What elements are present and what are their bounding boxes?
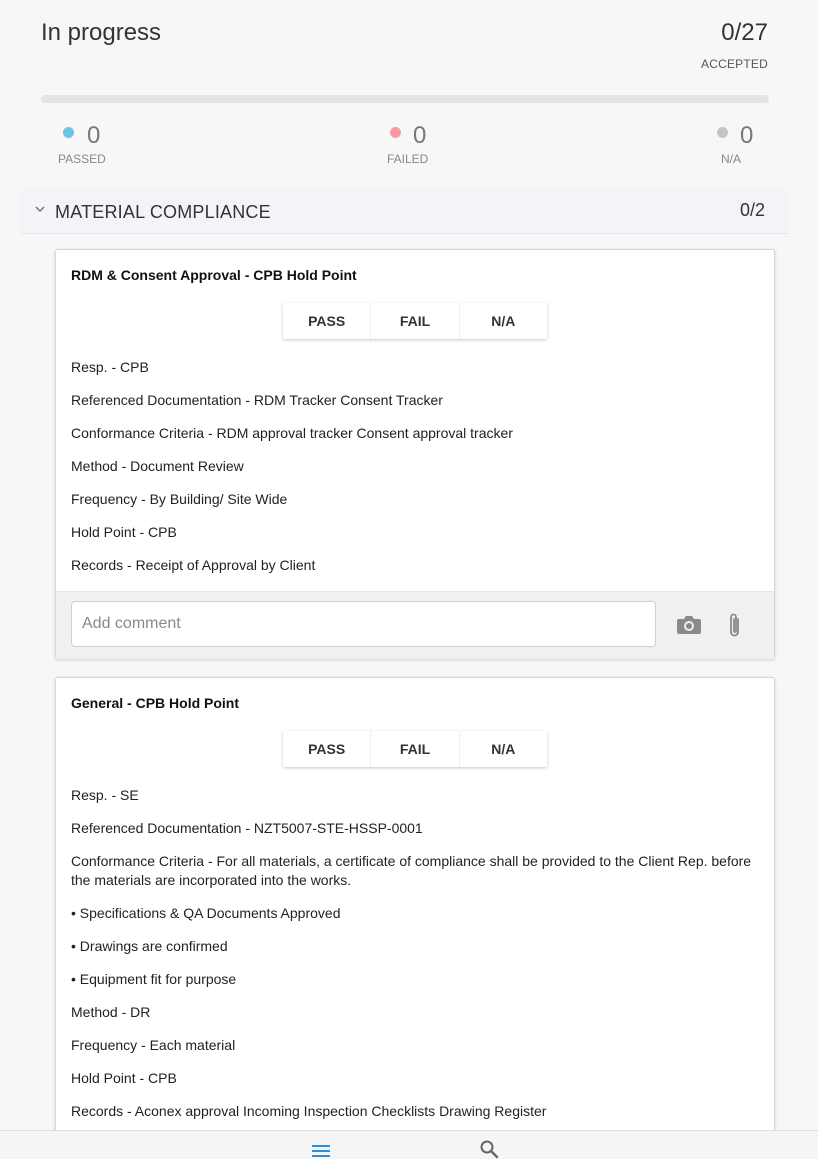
detail-line: Referenced Documentation - NZT5007-STE-H… xyxy=(71,820,423,836)
failed-dot-icon xyxy=(390,127,401,138)
detail-line: Frequency - By Building/ Site Wide xyxy=(71,491,288,507)
fail-button[interactable]: FAIL xyxy=(371,303,460,339)
section-header-material-compliance[interactable]: MATERIAL COMPLIANCE 0/2 xyxy=(21,188,788,234)
checklist-card: RDM & Consent Approval - CPB Hold Point … xyxy=(55,249,775,659)
result-button-group: PASS FAIL N/A xyxy=(283,731,547,767)
detail-line: Frequency - Each material xyxy=(71,1037,236,1053)
page-title: In progress xyxy=(41,19,162,46)
comment-footer xyxy=(56,591,774,659)
detail-line: Hold Point - CPB xyxy=(71,524,177,540)
detail-line: Hold Point - CPB xyxy=(71,1070,177,1086)
na-button[interactable]: N/A xyxy=(460,731,547,767)
accepted-count: 0/27 xyxy=(721,19,768,46)
result-button-group: PASS FAIL N/A xyxy=(283,303,547,339)
chevron-down-icon[interactable] xyxy=(34,203,46,215)
detail-line: Records - Receipt of Approval by Client xyxy=(71,557,316,573)
card-details: Resp. - SE Referenced Documentation - NZ… xyxy=(71,786,761,1135)
search-icon[interactable] xyxy=(479,1139,499,1159)
detail-line: Resp. - CPB xyxy=(71,359,149,375)
card-title: RDM & Consent Approval - CPB Hold Point xyxy=(71,267,357,283)
na-dot-icon xyxy=(717,127,728,138)
detail-line: Conformance Criteria - RDM approval trac… xyxy=(71,425,513,441)
detail-line: • Equipment fit for purpose xyxy=(71,971,237,987)
failed-label: FAILED xyxy=(387,152,429,166)
detail-line: Method - Document Review xyxy=(71,458,244,474)
camera-icon[interactable] xyxy=(676,614,702,636)
pass-button[interactable]: PASS xyxy=(283,731,372,767)
menu-icon[interactable] xyxy=(311,1142,331,1158)
bottom-nav xyxy=(0,1130,818,1159)
failed-count: 0 xyxy=(413,122,427,149)
detail-line: Conformance Criteria - For all materials… xyxy=(71,853,752,888)
section-title: MATERIAL COMPLIANCE xyxy=(55,202,271,222)
na-button[interactable]: N/A xyxy=(460,303,547,339)
detail-line: Method - DR xyxy=(71,1004,151,1020)
section-count: 0/2 xyxy=(739,200,765,220)
detail-line: • Specifications & QA Documents Approved xyxy=(71,905,341,921)
na-label: N/A xyxy=(721,152,742,166)
passed-dot-icon xyxy=(63,127,74,138)
fail-button[interactable]: FAIL xyxy=(371,731,460,767)
pass-button[interactable]: PASS xyxy=(283,303,372,339)
detail-line: Resp. - SE xyxy=(71,787,139,803)
progress-bar xyxy=(41,95,769,103)
progress-header: In progress 0/27 ACCEPTED 0 PASSED 0 FAI… xyxy=(0,0,818,190)
detail-line: Records - Aconex approval Incoming Inspe… xyxy=(71,1103,547,1119)
na-count: 0 xyxy=(740,122,754,149)
comment-input[interactable] xyxy=(71,601,656,647)
passed-count: 0 xyxy=(87,122,101,149)
detail-line: Referenced Documentation - RDM Tracker C… xyxy=(71,392,443,408)
paperclip-icon[interactable] xyxy=(726,612,744,640)
checklist-card: General - CPB Hold Point PASS FAIL N/A R… xyxy=(55,677,775,1149)
card-details: Resp. - CPB Referenced Documentation - R… xyxy=(71,358,761,589)
card-title: General - CPB Hold Point xyxy=(71,695,240,711)
passed-label: PASSED xyxy=(58,152,106,166)
accepted-label: ACCEPTED xyxy=(701,57,768,71)
detail-line: • Drawings are confirmed xyxy=(71,938,228,954)
